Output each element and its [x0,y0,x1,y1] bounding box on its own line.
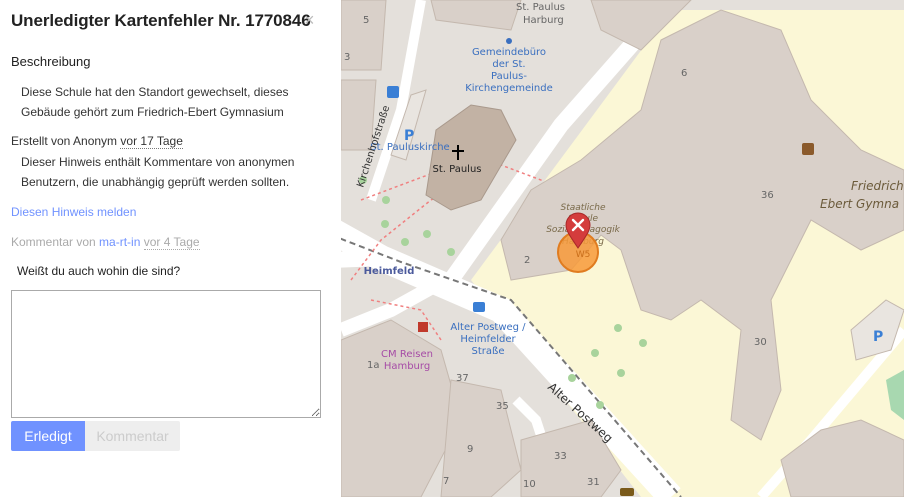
comment-textarea[interactable] [11,290,321,418]
label-school-number: W5 [576,250,591,260]
housenumber: 9 [467,444,473,455]
anonymous-notice: Dieser Hinweis enthält Kommentare von an… [21,155,295,189]
office-icon [506,38,512,44]
label-st-paulus: St. Paulus [516,2,565,13]
bus-icon [473,302,485,312]
housenumber: 2 [524,255,530,266]
label-church: St. Paulus [433,164,482,175]
comment-prefix: Kommentar von [11,235,96,249]
comment-button[interactable]: Kommentar [85,421,180,451]
housenumber: 5 [363,15,369,26]
map-view[interactable]: St. Paulus Harburg 5 3 6 36 2 1a 37 35 9… [341,0,904,497]
label-busstop: Alter Postweg / [450,322,526,333]
label-school: Staatliche [561,203,606,213]
comment-meta: Kommentar von ma-rt-in vor 4 Tage [11,235,200,250]
label-heimfeld: Heimfeld [364,266,415,277]
map-canvas: St. Paulus Harburg 5 3 6 36 2 1a 37 35 9… [341,0,904,497]
label-gymnasium: Ebert Gymna [820,197,899,211]
housenumber: 6 [681,68,687,79]
label-shop: Hamburg [384,361,430,372]
label-gymnasium: Friedrich- [851,179,904,193]
created-date: vor 17 Tage [120,134,183,149]
comment-text: Weißt du auch wohin die sind? [17,264,181,278]
housenumber: 31 [587,477,600,488]
housenumber: 33 [554,451,567,462]
culture-icon [802,143,814,155]
shop-icon [620,488,634,496]
label-busstop: Straße [472,346,505,357]
housenumber: 35 [496,401,509,412]
label-office: Gemeindebüro [472,47,546,58]
housenumber: 30 [754,337,767,348]
pharmacy-icon [418,322,428,332]
housenumber: 10 [523,479,536,490]
label-office: Paulus- [491,71,527,82]
note-sidebar: Unerledigter Kartenfehler Nr. 1770846 × … [0,0,341,497]
label-harburg: Harburg [523,15,564,26]
resolve-button[interactable]: Erledigt [11,421,85,451]
label-shop: CM Reisen [381,349,433,360]
label-office: Kirchengemeinde [465,83,553,94]
housenumber: 7 [443,476,449,487]
comment-user-link[interactable]: ma-rt-in [99,235,140,249]
parking-icon: P [873,329,883,345]
housenumber: 1a [367,360,380,371]
note-description: Diese Schule hat den Standort gewechselt… [21,85,289,119]
close-icon[interactable]: × [304,10,315,31]
description-heading: Beschreibung [11,54,91,69]
parking-icon: P [404,128,414,144]
created-info: Erstellt von Anonym vor 17 Tage [11,134,183,149]
housenumber: 37 [456,373,469,384]
charging-icon [387,86,399,98]
label-office: der St. [492,59,525,70]
housenumber: 36 [761,190,774,201]
comment-date: vor 4 Tage [143,235,200,250]
note-title: Unerledigter Kartenfehler Nr. 1770846 [11,11,311,30]
created-prefix: Erstellt von Anonym [11,134,118,148]
housenumber: 3 [344,52,350,63]
label-busstop: Heimfelder [460,334,516,345]
report-note-link[interactable]: Diesen Hinweis melden [11,205,136,219]
